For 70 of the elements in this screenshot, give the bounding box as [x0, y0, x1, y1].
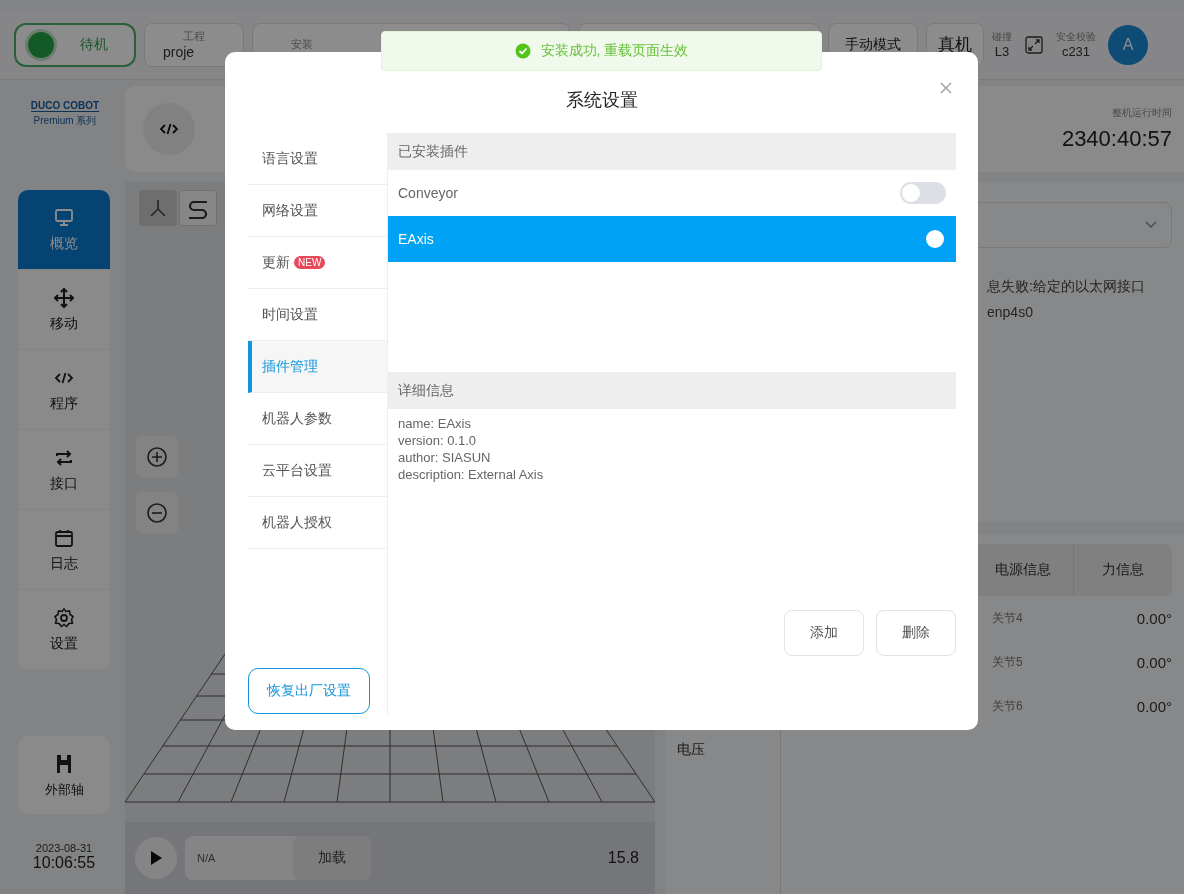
nav-item[interactable]: 接口 — [18, 430, 110, 510]
play-button[interactable] — [135, 837, 177, 879]
nav-item[interactable]: 移动 — [18, 270, 110, 350]
logo-subtitle: Premium 系列 — [33, 114, 97, 128]
zoom-in-icon — [146, 446, 168, 468]
joint-value: 0.00° — [1136, 653, 1172, 671]
view-button[interactable] — [139, 190, 177, 226]
nav-item[interactable]: 概览 — [18, 190, 110, 270]
joint-value: 0.00° — [1136, 697, 1172, 715]
status-dot — [28, 31, 54, 58]
menu-item[interactable]: 云平台设置 — [248, 445, 387, 497]
speed-value: 15.8 — [607, 849, 639, 867]
detail-text: description: External Axis — [398, 466, 545, 483]
plugin-row[interactable]: Conveyor — [388, 170, 956, 216]
joint-label: 关节4 — [992, 609, 1023, 627]
plugin-row[interactable]: EAxis — [388, 216, 956, 262]
move-icon — [53, 286, 75, 309]
zoom-out-button[interactable] — [136, 492, 178, 534]
detail-text: name: EAxis — [398, 415, 472, 432]
code-button[interactable] — [143, 103, 195, 155]
zoom-in-button[interactable] — [136, 436, 178, 478]
joint-label: 关节5 — [992, 653, 1023, 671]
menu-item[interactable]: 网络设置 — [248, 185, 387, 237]
close-icon — [940, 82, 952, 94]
new-badge: NEW — [294, 256, 326, 269]
toast-message: 安装成功, 重载页面生效 — [540, 42, 689, 60]
expand-icon — [1025, 35, 1043, 54]
monitor-icon — [53, 206, 75, 229]
info-label: 安装 — [291, 37, 313, 52]
safety-value: c231 — [1061, 44, 1091, 59]
menu-item[interactable]: 更新 NEW — [248, 237, 387, 289]
time-text: 10:06:55 — [32, 854, 96, 872]
collision-label: 碰撞 — [992, 30, 1012, 44]
play-icon — [149, 850, 163, 866]
nav-item[interactable]: 设置 — [18, 590, 110, 670]
message-text: 息失败:给定的以太网接口 — [987, 278, 1145, 296]
path-button[interactable] — [179, 190, 217, 226]
dialog-title: 系统设置 — [566, 88, 638, 112]
section-header: 已安装插件 — [388, 133, 956, 170]
external-axis-button[interactable]: 外部轴 — [18, 736, 110, 814]
menu-item[interactable]: 机器人参数 — [248, 393, 387, 445]
menu-item[interactable]: 插件管理 — [248, 341, 387, 393]
logo-text: DUCO COBOT — [30, 100, 100, 112]
toggle-switch[interactable] — [900, 182, 946, 204]
settings-icon — [53, 606, 75, 629]
zoom-out-icon — [146, 502, 168, 524]
message-text: enp4s0 — [987, 304, 1034, 320]
joint-label: 关节6 — [992, 697, 1023, 715]
voltage-label: 电压 — [677, 741, 705, 757]
collision-value: L3 — [994, 44, 1010, 59]
date-text: 2023-08-31 — [35, 842, 93, 854]
info-value: proje — [162, 44, 195, 60]
playback-field[interactable]: N/A 加载 — [185, 836, 371, 880]
detail-text: version: 0.1.0 — [398, 432, 478, 449]
dialog-button[interactable]: 删除 — [876, 610, 956, 656]
load-button[interactable]: 加载 — [293, 836, 371, 880]
nav-item[interactable]: 程序 — [18, 350, 110, 430]
menu-item[interactable]: 语言设置 — [248, 133, 387, 185]
section-header: 详细信息 — [388, 372, 956, 409]
tab[interactable]: 力信息 — [1073, 544, 1172, 596]
joint-value: 0.00° — [1136, 609, 1172, 627]
nav-item[interactable]: 日志 — [18, 510, 110, 590]
check-circle-icon — [514, 43, 531, 59]
detail-text: author: SIASUN — [398, 449, 492, 466]
status-label: 待机 — [79, 35, 109, 54]
reset-button[interactable]: 恢复出厂设置 — [248, 668, 370, 714]
menu-item[interactable]: 机器人授权 — [248, 497, 387, 549]
dialog-button[interactable]: 添加 — [784, 610, 864, 656]
runtime-value: 2340:40:57 — [1061, 126, 1172, 152]
chevron-down-icon — [1145, 221, 1157, 229]
